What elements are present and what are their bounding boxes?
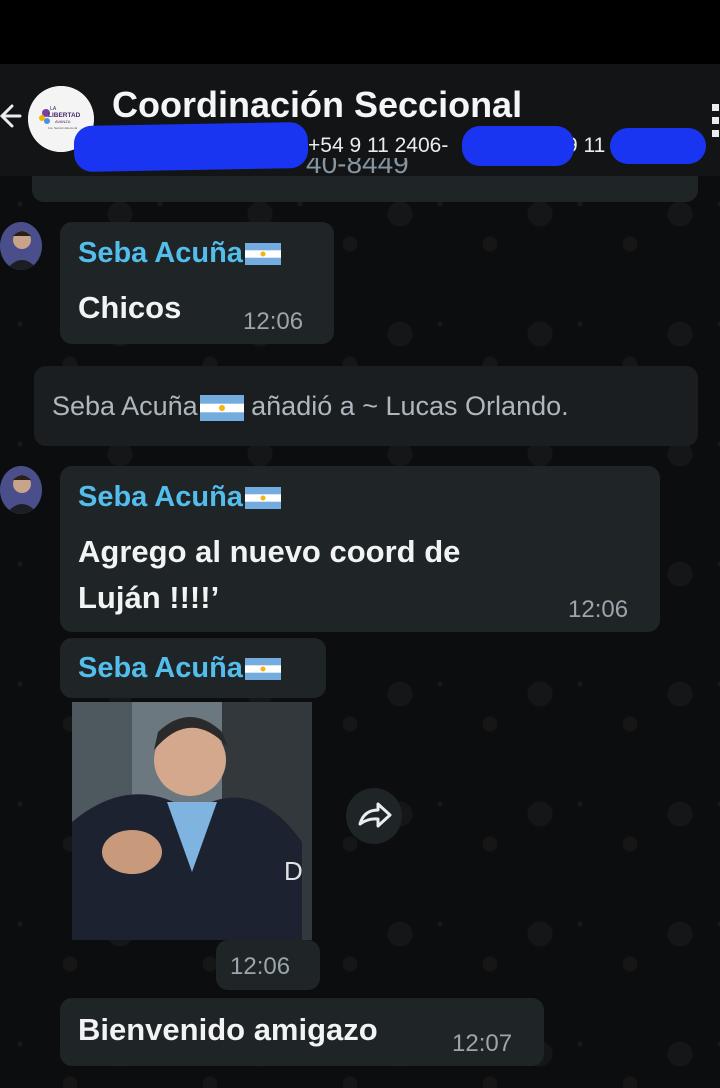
argentina-flag-icon <box>244 658 281 681</box>
sender-name[interactable]: Seba Acuña <box>78 481 281 514</box>
cut-off-number: 40-8449 <box>306 158 409 174</box>
chat-title[interactable]: Coordinación Seccional <box>112 84 522 126</box>
message-time: 12:06 <box>243 308 304 335</box>
sender-name-text: Seba Acuña <box>78 652 243 684</box>
argentina-flag-icon <box>199 394 244 421</box>
redaction-mark <box>462 126 574 166</box>
svg-text:AVANZA: AVANZA <box>55 119 71 124</box>
svg-text:1ra. Sección Electoral: 1ra. Sección Electoral <box>48 126 78 130</box>
system-action: añadió a ~ Lucas Orlando. <box>243 391 569 421</box>
argentina-flag-icon <box>244 243 281 266</box>
svg-text:D: D <box>284 856 303 886</box>
message-text-line2: Luján !!!!’ <box>78 580 220 615</box>
avatar[interactable] <box>0 222 42 270</box>
system-actor: Seba Acuña <box>52 391 198 421</box>
arrow-left-icon[interactable] <box>0 98 22 134</box>
redaction-mark <box>73 121 309 173</box>
participants-list: +54 9 11 2406- <box>308 134 449 157</box>
shared-photo[interactable]: D <box>72 702 312 940</box>
redaction-mark <box>610 128 706 164</box>
message-time: 12:07 <box>452 1030 513 1057</box>
sender-name[interactable]: Seba Acuña <box>78 652 281 685</box>
sender-name-text: Seba Acuña <box>78 237 243 269</box>
message-text-line1: Agrego al nuevo coord de <box>78 534 461 569</box>
forward-icon <box>358 802 392 828</box>
sender-name-text: Seba Acuña <box>78 481 243 513</box>
argentina-flag-icon <box>244 487 281 510</box>
message-time: 12:06 <box>230 953 291 980</box>
status-bar <box>0 0 720 64</box>
system-message-text: Seba Acuña añadió a ~ Lucas Orlando. <box>52 391 569 422</box>
sender-name[interactable]: Seba Acuña <box>78 237 281 270</box>
more-vertical-icon[interactable] <box>710 102 720 138</box>
previous-message-bubble <box>32 176 698 202</box>
avatar[interactable] <box>0 466 42 514</box>
user-photo <box>0 222 42 270</box>
forward-button[interactable] <box>346 788 402 844</box>
cut-off-text: 40-8449 <box>306 158 409 174</box>
user-photo <box>0 466 42 514</box>
message-time: 12:06 <box>568 596 629 623</box>
message-text: Bienvenido amigazo <box>78 1012 378 1047</box>
svg-text:LIBERTAD: LIBERTAD <box>48 112 81 119</box>
photo-image: D <box>72 702 312 940</box>
message-text: Chicos <box>78 290 182 325</box>
